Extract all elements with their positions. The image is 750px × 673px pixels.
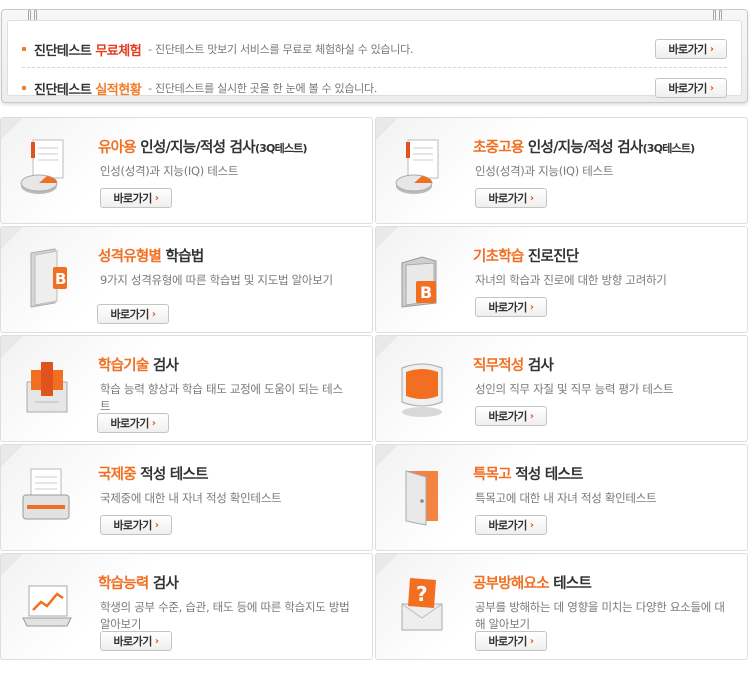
question-envelope-icon: ? — [401, 578, 443, 631]
card-study-distraction: ? 공부방해요소 테스트 공부를 방해하는 데 영향을 미치는 다양한 요소들에… — [375, 553, 748, 660]
chevron-right-icon: › — [529, 519, 534, 531]
card-title: 국제중 적성 테스트 — [98, 467, 209, 483]
card-description: 학생의 공부 수준, 습관, 태도 등에 따른 학습지도 방법 알아보기 — [100, 600, 350, 631]
chevron-right-icon: › — [529, 635, 534, 647]
computer-icon — [401, 363, 443, 417]
laptop-chart-icon — [22, 585, 72, 627]
svg-text:?: ? — [416, 582, 428, 606]
card-title: 특목고 적성 테스트 — [473, 467, 584, 483]
notice-description: - 진단테스트 맛보기 서비스를 무료로 체험하실 수 있습니다. — [148, 43, 414, 56]
card-description: 성인의 직무 자질 및 직무 능력 평가 테스트 — [475, 382, 674, 396]
svg-text:B: B — [420, 283, 432, 302]
bullet-icon — [22, 86, 26, 90]
page-corner — [1, 118, 23, 140]
document-chart-icon — [395, 139, 439, 194]
notice-title: 진단테스트 무료체험 — [34, 43, 142, 59]
card-title: 기초학습 진로진단 — [473, 249, 579, 265]
divider — [22, 67, 727, 68]
notice-description: - 진단테스트를 실시한 곳을 한 눈에 볼 수 있습니다. — [148, 82, 378, 95]
card-description: 인성(성격)과 지능(IQ) 테스트 — [100, 164, 239, 178]
card-title: 학습능력 검사 — [98, 576, 179, 592]
go-button[interactable]: 바로가기 › — [475, 406, 547, 426]
chevron-right-icon: › — [709, 82, 714, 94]
door-icon — [405, 470, 438, 526]
go-button[interactable]: 바로가기 › — [100, 631, 172, 651]
bullet-icon — [22, 47, 26, 51]
card-title: 공부방해요소 테스트 — [473, 576, 592, 592]
binder-icon — [26, 362, 68, 413]
card-description: 국제중에 대한 내 자녀 적성 확인테스트 — [100, 491, 282, 505]
card-title: 성격유형별 학습법 — [98, 249, 204, 265]
page-corner — [376, 336, 398, 358]
book-b-icon: B — [30, 248, 67, 308]
card-personality-study: B 성격유형별 학습법 9가지 성격유형에 따른 학습법 및 지도법 알아보기 … — [0, 226, 373, 333]
page-corner — [376, 554, 398, 576]
go-button[interactable]: 바로가기 › — [475, 297, 547, 317]
page-corner — [1, 227, 23, 249]
chevron-right-icon: › — [529, 410, 534, 422]
go-button[interactable]: 바로가기 › — [475, 515, 547, 535]
page-corner — [1, 554, 23, 576]
card-description: 9가지 성격유형에 따른 학습법 및 지도법 알아보기 — [100, 273, 333, 287]
card-title: 직무적성 검사 — [473, 358, 554, 374]
svg-text:B: B — [55, 270, 66, 288]
chevron-right-icon: › — [529, 192, 534, 204]
go-button[interactable]: 바로가기 › — [475, 631, 547, 651]
page-corner — [376, 227, 398, 249]
card-special-high-school: 특목고 적성 테스트 특목고에 대한 내 자녀 적성 확인테스트 바로가기 › — [375, 444, 748, 551]
card-intl-middle-school: 국제중 적성 테스트 국제중에 대한 내 자녀 적성 확인테스트 바로가기 › — [0, 444, 373, 551]
go-button[interactable]: 바로가기 › — [97, 413, 169, 433]
chevron-right-icon: › — [154, 635, 159, 647]
go-button[interactable]: 바로가기 › — [100, 515, 172, 535]
page-corner — [1, 445, 23, 467]
page-corner — [376, 445, 398, 467]
folder-b-icon: B — [401, 256, 437, 308]
page-corner — [376, 118, 398, 140]
card-school-test: 초중고용 인성/지능/적성 검사(3Q테스트) 인성(성격)과 지능(IQ) 테… — [375, 117, 748, 224]
chevron-right-icon: › — [154, 519, 159, 531]
chevron-right-icon: › — [151, 308, 156, 320]
card-description: 학습 능력 향상과 학습 태도 교정에 도움이 되는 테스트 — [100, 382, 343, 413]
go-button[interactable]: 바로가기 › — [100, 188, 172, 208]
card-title: 학습기술 검사 — [98, 358, 179, 374]
chevron-right-icon: › — [709, 43, 714, 55]
notice-box: 진단테스트 무료체험 - 진단테스트 맛보기 서비스를 무료로 체험하실 수 있… — [1, 9, 748, 103]
chevron-right-icon: › — [154, 192, 159, 204]
card-description: 공부를 방해하는 데 영향을 미치는 다양한 요소들에 대해 알아보기 — [475, 600, 725, 631]
chevron-right-icon: › — [529, 301, 534, 313]
chevron-right-icon: › — [151, 417, 156, 429]
card-infant-test: 유아용 인성/지능/적성 검사(3Q테스트) 인성(성격)과 지능(IQ) 테스… — [0, 117, 373, 224]
card-study-skill: 학습기술 검사 학습 능력 향상과 학습 태도 교정에 도움이 되는 테스트 바… — [0, 335, 373, 442]
printer-icon — [22, 468, 70, 520]
notice-title: 진단테스트 실적현황 — [34, 82, 142, 98]
card-description: 특목고에 대한 내 자녀 적성 확인테스트 — [475, 491, 657, 505]
card-career-diagnosis: B 기초학습 진로진단 자녀의 학습과 진로에 대한 방향 고려하기 바로가기 › — [375, 226, 748, 333]
card-title: 초중고용 인성/지능/적성 검사(3Q테스트) — [473, 140, 695, 156]
card-description: 인성(성격)과 지능(IQ) 테스트 — [475, 164, 614, 178]
card-description: 자녀의 학습과 진로에 대한 방향 고려하기 — [475, 273, 667, 287]
go-button-results[interactable]: 바로가기 › — [655, 78, 727, 98]
notice-inner: 진단테스트 무료체험 - 진단테스트 맛보기 서비스를 무료로 체험하실 수 있… — [7, 20, 742, 98]
card-learning-ability: 학습능력 검사 학생의 공부 수준, 습관, 태도 등에 따른 학습지도 방법 … — [0, 553, 373, 660]
card-job-aptitude: 직무적성 검사 성인의 직무 자질 및 직무 능력 평가 테스트 바로가기 › — [375, 335, 748, 442]
go-button[interactable]: 바로가기 › — [475, 188, 547, 208]
go-button[interactable]: 바로가기 › — [97, 304, 169, 324]
card-title: 유아용 인성/지능/적성 검사(3Q테스트) — [98, 140, 308, 156]
page-corner — [1, 336, 23, 358]
notice-row-results: 진단테스트 실적현황 - 진단테스트를 실시한 곳을 한 눈에 볼 수 있습니다… — [22, 76, 727, 100]
go-button-free-trial[interactable]: 바로가기 › — [655, 39, 727, 59]
notice-row-free-trial: 진단테스트 무료체험 - 진단테스트 맛보기 서비스를 무료로 체험하실 수 있… — [22, 37, 727, 61]
document-chart-icon — [20, 139, 64, 194]
